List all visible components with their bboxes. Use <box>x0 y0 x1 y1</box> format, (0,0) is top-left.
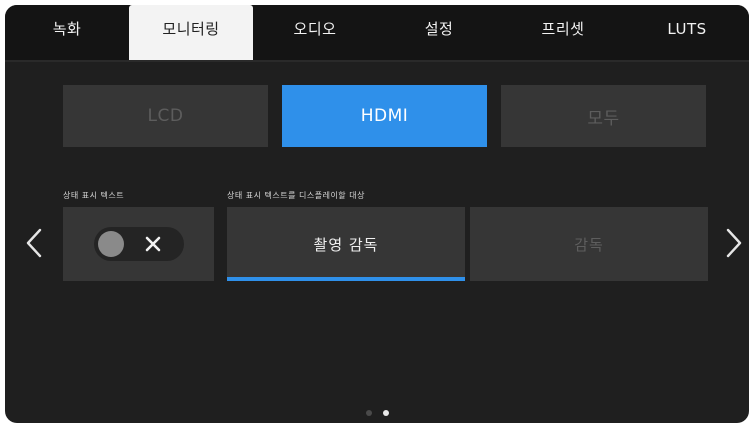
menu-tab-bar: 녹화 모니터링 오디오 설정 프리셋 LUTS <box>5 5 749 60</box>
output-both-button[interactable]: 모두 <box>501 85 706 147</box>
page-dot-active[interactable] <box>382 410 389 416</box>
tab-monitoring[interactable]: 모니터링 <box>129 5 253 60</box>
chevron-right-icon[interactable] <box>725 227 743 259</box>
status-text-toggle-card <box>63 207 214 281</box>
output-hdmi-button[interactable]: HDMI <box>282 85 487 147</box>
target-label: 촬영 감독 <box>313 235 379 254</box>
output-label: 모두 <box>587 108 620 129</box>
tab-luts[interactable]: LUTS <box>625 5 749 60</box>
output-label: LCD <box>147 106 184 126</box>
close-icon <box>138 227 168 261</box>
tab-label: 프리셋 <box>541 20 585 38</box>
tab-setup[interactable]: 설정 <box>377 5 501 60</box>
target-label: 감독 <box>574 235 604 254</box>
tab-label: 오디오 <box>293 20 337 38</box>
toggle-knob <box>97 231 124 257</box>
tab-divider <box>5 60 749 62</box>
selected-indicator <box>227 277 465 281</box>
page-indicator <box>5 410 749 416</box>
output-label: HDMI <box>360 106 409 126</box>
status-text-label: 상태 표시 텍스트 <box>63 191 125 200</box>
status-text-toggle[interactable] <box>93 227 184 261</box>
tab-presets[interactable]: 프리셋 <box>501 5 625 60</box>
chevron-left-icon[interactable] <box>25 227 43 259</box>
display-target-label: 상태 표시 텍스트를 디스플레이할 대상 <box>227 191 365 200</box>
tab-label: 녹화 <box>52 20 82 38</box>
page-dot[interactable] <box>365 410 372 416</box>
monitor-settings-screen: 녹화 모니터링 오디오 설정 프리셋 LUTS LCD HDMI 모두 상태 표… <box>5 5 749 423</box>
tab-audio[interactable]: 오디오 <box>253 5 377 60</box>
tab-label: 설정 <box>424 20 454 38</box>
output-lcd-button[interactable]: LCD <box>63 85 268 147</box>
target-dop-button[interactable]: 촬영 감독 <box>227 207 465 281</box>
target-director-button[interactable]: 감독 <box>470 207 708 281</box>
tab-label: 모니터링 <box>162 20 220 38</box>
tab-record[interactable]: 녹화 <box>5 5 129 60</box>
tab-label: LUTS <box>667 19 707 38</box>
